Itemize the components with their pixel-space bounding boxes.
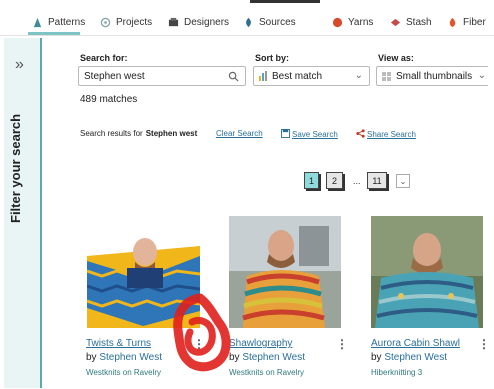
designer-link[interactable]: Stephen West <box>384 352 447 363</box>
view-label: View as: <box>378 53 414 63</box>
nav-divider <box>0 35 494 36</box>
card-by-prefix: by <box>229 352 240 363</box>
sources-icon <box>246 17 251 27</box>
designers-icon <box>168 17 179 26</box>
nav-item-projects[interactable]: Projects <box>100 14 152 30</box>
card-title-link[interactable]: Aurora Cabin Shawl <box>371 338 460 349</box>
save-search-link[interactable]: Save Search <box>281 129 338 139</box>
patterns-icon <box>33 17 42 27</box>
more-options-icon[interactable]: ⋮ <box>336 337 348 351</box>
results-term: Stephen west <box>145 129 198 138</box>
top-navigation: Patterns Projects Designers Sources Yarn… <box>0 0 494 36</box>
share-search-link[interactable]: Share Search <box>356 129 416 139</box>
view-select[interactable]: Small thumbnails ⌄ <box>376 66 493 86</box>
nav-item-label: Projects <box>116 16 153 28</box>
card-designer: by Stephen West <box>371 352 447 363</box>
nav-item-label: Designers <box>184 16 230 28</box>
card-designer: by Stephen West <box>229 352 305 363</box>
nav-item-label: Yarns <box>348 16 374 28</box>
grid-icon <box>382 71 391 81</box>
pagination-ellipsis: ... <box>353 176 361 186</box>
page-1-button[interactable]: 1 <box>304 172 319 189</box>
search-label: Search for: <box>80 53 128 63</box>
chevron-down-icon: ⌄ <box>399 176 407 186</box>
card-title-link[interactable]: Twists & Turns <box>86 338 151 349</box>
card-title-link[interactable]: Shawlography <box>229 338 292 349</box>
fiber-icon <box>449 17 456 27</box>
view-select-value: Small thumbnails <box>396 70 473 82</box>
search-icon[interactable] <box>228 71 239 82</box>
share-icon <box>356 129 365 138</box>
nav-item-label: Fiber <box>463 16 486 28</box>
filter-sidebar: » Filter your search <box>4 38 42 388</box>
nav-item-yarns[interactable]: Yarns <box>332 14 373 30</box>
card-by-prefix: by <box>371 352 382 363</box>
sort-select[interactable]: Best match ⌄ <box>253 66 370 86</box>
nav-item-label: Stash <box>406 16 432 28</box>
nav-item-label: Sources <box>259 16 296 28</box>
stash-icon <box>390 18 401 26</box>
card-designer: by Stephen West <box>86 352 162 363</box>
search-results-summary: Search results for Stephen west Clear Se… <box>80 129 420 139</box>
match-count: 489 matches <box>80 94 138 105</box>
card-by-prefix: by <box>86 352 97 363</box>
projects-icon <box>100 17 111 27</box>
nav-item-label: Patterns <box>48 16 86 28</box>
sort-icon <box>259 71 267 81</box>
page-select-dropdown[interactable]: ⌄ <box>396 174 410 188</box>
filter-your-search-toggle[interactable]: Filter your search <box>8 93 38 243</box>
sort-label: Sort by: <box>255 53 290 63</box>
pattern-thumbnail-aurora-cabin-shawl[interactable] <box>371 216 483 328</box>
card-source-link[interactable]: Westknits on Ravelry <box>86 368 161 377</box>
nav-item-sources[interactable]: Sources <box>243 14 296 30</box>
nav-item-stash[interactable]: Stash <box>390 14 432 30</box>
search-input-value: Stephen west <box>84 70 145 82</box>
pattern-thumbnail-twists-turns[interactable] <box>87 216 200 328</box>
yarns-icon <box>332 17 343 27</box>
search-input[interactable]: Stephen west <box>78 66 246 86</box>
nav-top-accent <box>250 0 320 3</box>
nav-item-patterns[interactable]: Patterns <box>32 14 85 30</box>
expand-sidebar-icon[interactable]: » <box>15 56 24 74</box>
more-options-icon[interactable]: ⋮ <box>193 337 205 351</box>
nav-item-designers[interactable]: Designers <box>168 14 229 30</box>
designer-link[interactable]: Stephen West <box>242 352 305 363</box>
card-source-link[interactable]: Westknits on Ravelry <box>229 368 304 377</box>
clear-search-link[interactable]: Clear Search <box>216 129 263 138</box>
designer-link[interactable]: Stephen West <box>99 352 162 363</box>
chevron-down-icon: ⌄ <box>354 70 363 81</box>
pattern-thumbnail-shawlography[interactable] <box>229 216 341 328</box>
save-search-label: Save Search <box>292 130 338 139</box>
page-11-button[interactable]: 11 <box>367 172 387 189</box>
share-search-label: Share Search <box>367 130 416 139</box>
page-edge <box>488 36 494 389</box>
nav-item-fiber[interactable]: Fiber <box>447 14 486 30</box>
page-2-button[interactable]: 2 <box>326 172 343 189</box>
card-source-link[interactable]: Hiberknitting 3 <box>371 368 422 377</box>
sort-select-value: Best match <box>272 70 323 82</box>
chevron-down-icon: ⌄ <box>477 70 486 81</box>
results-prefix: Search results for <box>80 129 143 138</box>
save-icon <box>281 129 290 138</box>
